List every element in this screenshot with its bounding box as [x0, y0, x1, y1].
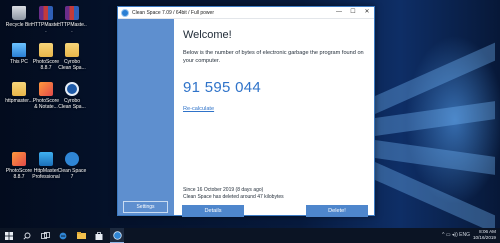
folder-icon — [65, 43, 79, 57]
cyrobo-app-icon — [65, 82, 79, 96]
clean-space-icon — [121, 9, 129, 17]
search-icon[interactable] — [20, 228, 34, 243]
computer-icon — [12, 43, 26, 57]
clean-space-app-icon — [65, 152, 79, 166]
settings-button[interactable]: Settings — [123, 201, 168, 213]
store-icon[interactable] — [92, 228, 106, 243]
desktop-icon-label: Cyrobo Clean Spa... — [58, 98, 86, 110]
desktop-icon-cyrobo-1[interactable]: Cyrobo Clean Spa... — [57, 43, 87, 71]
recalculate-link[interactable]: Re-calculate — [183, 106, 214, 112]
folder-icon — [12, 82, 26, 96]
photoscore-app-icon — [12, 152, 26, 166]
window-title: Clean Space 7.09 / 64bit / Full power — [132, 10, 214, 16]
httpmaster-app-icon — [39, 152, 53, 166]
close-button[interactable]: ✕ — [360, 7, 374, 18]
clean-space-window: Clean Space 7.09 / 64bit / Full power — … — [117, 6, 375, 217]
desktop-icon-cyrobo-2[interactable]: Cyrobo Clean Spa... — [57, 82, 87, 110]
desktop-icon-label: httpmaster... — [5, 98, 33, 104]
clean-space-taskbar-icon[interactable] — [110, 228, 124, 243]
desktop-icon-label: Clean Space 7 — [57, 168, 87, 180]
garbage-bytes-value: 91 595 044 — [183, 79, 262, 96]
deleted-summary-text: Clean Space has deleted around 47 kiloby… — [183, 193, 284, 200]
delete-button[interactable]: Delete! — [306, 205, 368, 217]
desktop-icon-httpmaster-folder[interactable]: httpmaster... — [4, 82, 34, 104]
wallpaper-beam — [375, 101, 495, 136]
history-text: Since 16 October 2019 (8 days ago) Clean… — [183, 187, 373, 200]
folder-icon — [39, 43, 53, 57]
recycle-bin-icon — [12, 6, 26, 20]
welcome-heading: Welcome! — [183, 29, 232, 41]
windows-logo-icon[interactable] — [2, 228, 16, 243]
desktop-icon-photoscore-app[interactable]: PhotoScore 8.8.7 — [4, 152, 34, 180]
taskbar: ^ ▭ ◂)) ENG 8:06 AM 10/16/2019 — [0, 228, 500, 243]
system-tray[interactable]: ^ ▭ ◂)) ENG — [442, 228, 470, 243]
desktop-icon-clean-space[interactable]: Clean Space 7 — [57, 152, 87, 180]
winrar-archive-icon — [39, 6, 53, 20]
desktop-icon-this-pc[interactable]: This PC — [4, 43, 34, 65]
main-content: Welcome! Below is the number of bytes of… — [174, 19, 374, 217]
desktop-icon-label: This PC — [10, 59, 28, 65]
title-bar[interactable]: Clean Space 7.09 / 64bit / Full power — … — [118, 7, 374, 19]
winrar-archive-icon — [65, 6, 79, 20]
maximize-button[interactable]: ☐ — [346, 7, 360, 18]
clock-date: 10/16/2019 — [473, 235, 496, 240]
sidebar: Settings — [118, 19, 174, 215]
clock[interactable]: 8:06 AM 10/16/2019 — [473, 229, 496, 241]
desktop-icon-label: Cyrobo Clean Spa... — [58, 59, 86, 71]
action-buttons: Details Delete! — [182, 205, 368, 217]
desktop-icon-httpmaster-2[interactable]: HTTPMaste... — [57, 6, 87, 34]
desktop-icon-label: Recycle Bin — [5, 22, 33, 28]
details-button[interactable]: Details — [182, 205, 244, 217]
photoscore-app-icon — [39, 82, 53, 96]
desktop-icon-recycle-bin[interactable]: Recycle Bin — [4, 6, 34, 28]
desktop-icon-label: PhotoScore 8.8.7 — [5, 168, 33, 180]
desktop-icon-label: HTTPMaste... — [57, 22, 87, 34]
description-text: Below is the number of bytes of electron… — [183, 50, 364, 64]
file-explorer-icon[interactable] — [74, 228, 88, 243]
minimize-button[interactable]: — — [332, 7, 346, 18]
edge-browser-icon[interactable] — [56, 228, 70, 243]
task-view-icon[interactable] — [38, 228, 52, 243]
